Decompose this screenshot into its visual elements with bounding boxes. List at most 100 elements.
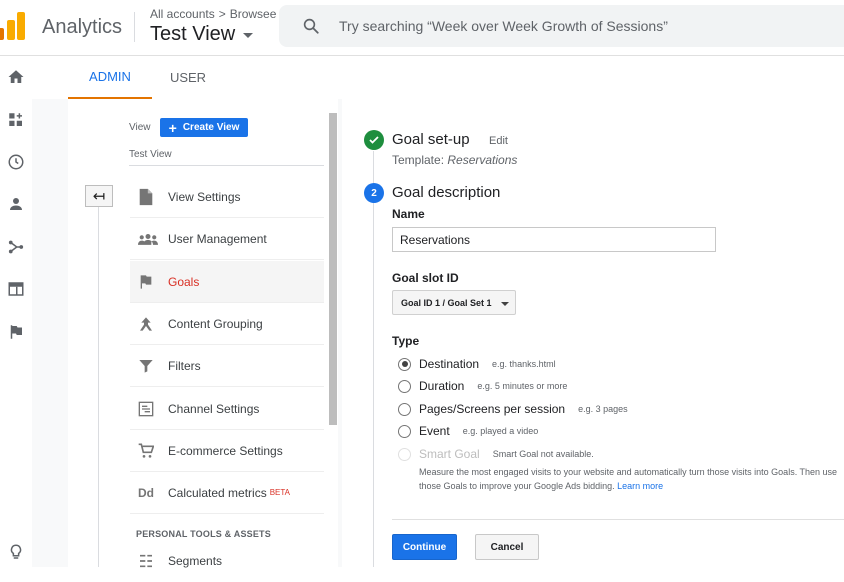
flag-icon bbox=[130, 274, 168, 290]
realtime-icon[interactable] bbox=[5, 151, 27, 173]
template-value: Reservations bbox=[447, 153, 518, 167]
type-option-hint: e.g. 5 minutes or more bbox=[477, 381, 568, 391]
menu-item-segments[interactable]: Segments bbox=[130, 540, 324, 582]
column-connector-line bbox=[98, 207, 99, 567]
lightbulb-icon[interactable] bbox=[5, 541, 27, 563]
app-title: Analytics bbox=[42, 16, 123, 38]
step-number-badge: 2 bbox=[364, 183, 384, 203]
menu-item-label: Content Grouping bbox=[168, 316, 263, 331]
home-icon[interactable] bbox=[5, 66, 27, 88]
goal-slot-select[interactable]: Goal ID 1 / Goal Set 1 bbox=[392, 290, 516, 315]
cart-icon bbox=[130, 443, 168, 459]
template-prefix: Template: bbox=[392, 153, 445, 167]
breadcrumb-accounts[interactable]: All accounts bbox=[150, 7, 215, 21]
search-input[interactable] bbox=[339, 18, 819, 34]
menu-item-label: Goals bbox=[168, 274, 200, 289]
menu-divider bbox=[129, 165, 324, 166]
type-option-hint: e.g. 3 pages bbox=[578, 404, 628, 414]
type-option-pages-per-session[interactable]: Pages/Screens per session e.g. 3 pages bbox=[398, 402, 628, 416]
menu-item-label: Filters bbox=[168, 358, 201, 373]
menu-item-label: E-commerce Settings bbox=[168, 443, 283, 458]
type-option-label: Destination bbox=[419, 357, 480, 371]
goal-editor-panel bbox=[342, 99, 844, 567]
type-option-label: Pages/Screens per session bbox=[419, 402, 566, 416]
action-divider bbox=[392, 519, 844, 520]
type-option-hint: e.g. played a video bbox=[462, 426, 539, 436]
search-icon[interactable] bbox=[289, 5, 333, 47]
type-option-label: Event bbox=[419, 424, 450, 438]
audience-icon[interactable] bbox=[5, 193, 27, 215]
smart-goal-description: Measure the most engaged visits to your … bbox=[419, 465, 844, 493]
learn-more-link[interactable]: Learn more bbox=[617, 481, 663, 491]
search-bar[interactable] bbox=[279, 5, 844, 47]
goal-description-title: Goal description bbox=[392, 184, 501, 201]
view-column-scrollbar[interactable] bbox=[329, 113, 337, 425]
conversions-icon[interactable] bbox=[5, 321, 27, 343]
chevron-down-icon bbox=[243, 33, 254, 38]
create-view-button[interactable]: + Create View bbox=[160, 118, 248, 137]
content-grouping-icon bbox=[130, 316, 168, 332]
radio-button[interactable] bbox=[398, 379, 411, 393]
goal-template: Template: Reservations bbox=[392, 153, 517, 167]
channel-settings-icon bbox=[130, 401, 168, 417]
breadcrumb-separator: > bbox=[218, 7, 226, 21]
goal-slot-label: Goal slot ID bbox=[392, 271, 459, 285]
create-view-label: Create View bbox=[182, 122, 240, 133]
view-selector[interactable]: Test View bbox=[150, 23, 254, 46]
breadcrumb[interactable]: All accounts > Browsee bbox=[150, 7, 276, 21]
menu-item-channel-settings[interactable]: Channel Settings bbox=[130, 388, 324, 430]
dd-icon: Dd bbox=[138, 485, 154, 500]
type-label: Type bbox=[392, 334, 420, 348]
menu-item-goals[interactable]: Goals bbox=[130, 261, 324, 303]
menu-item-content-grouping[interactable]: Content Grouping bbox=[130, 303, 324, 345]
tab-admin[interactable]: ADMIN bbox=[68, 56, 152, 99]
menu-item-label: User Management bbox=[168, 231, 267, 246]
radio-button bbox=[398, 447, 411, 461]
view-name: Test View bbox=[129, 149, 172, 160]
menu-item-calculated-metrics[interactable]: Dd Calculated metrics BETA bbox=[130, 472, 324, 514]
customization-icon[interactable] bbox=[5, 109, 27, 131]
header-divider bbox=[134, 12, 135, 42]
tab-user[interactable]: USER bbox=[152, 56, 224, 99]
type-option-label: Smart Goal bbox=[419, 447, 480, 461]
type-option-duration[interactable]: Duration e.g. 5 minutes or more bbox=[398, 379, 567, 393]
current-view-name: Test View bbox=[150, 23, 236, 45]
personal-tools-header: PERSONAL TOOLS & ASSETS bbox=[136, 529, 271, 539]
radio-button[interactable] bbox=[398, 357, 411, 371]
back-arrow-icon: ↤ bbox=[92, 188, 106, 205]
type-option-event[interactable]: Event e.g. played a video bbox=[398, 424, 538, 438]
name-label: Name bbox=[392, 207, 425, 221]
menu-item-ecommerce-settings[interactable]: E-commerce Settings bbox=[130, 430, 324, 472]
edit-goal-setup-link[interactable]: Edit bbox=[489, 135, 508, 147]
radio-button[interactable] bbox=[398, 424, 411, 438]
continue-button[interactable]: Continue bbox=[392, 534, 457, 560]
goal-name-input[interactable] bbox=[392, 227, 716, 252]
document-icon bbox=[130, 188, 168, 206]
filter-icon bbox=[130, 358, 168, 374]
top-bar: Analytics All accounts > Browsee Test View bbox=[0, 0, 844, 56]
menu-item-view-settings[interactable]: View Settings bbox=[130, 176, 324, 218]
check-icon bbox=[364, 130, 384, 150]
users-icon bbox=[130, 232, 168, 246]
type-option-label: Duration bbox=[419, 379, 465, 393]
back-arrow-button[interactable]: ↤ bbox=[85, 185, 113, 207]
type-option-smart-goal: Smart Goal Smart Goal not available. bbox=[398, 447, 594, 461]
chevron-down-icon bbox=[500, 301, 509, 306]
cancel-button[interactable]: Cancel bbox=[475, 534, 539, 560]
menu-item-filters[interactable]: Filters bbox=[130, 345, 324, 387]
acquisition-icon[interactable] bbox=[5, 236, 27, 258]
goal-slot-value: Goal ID 1 / Goal Set 1 bbox=[401, 297, 492, 308]
breadcrumb-property[interactable]: Browsee bbox=[230, 7, 277, 21]
menu-item-label: Channel Settings bbox=[168, 401, 260, 416]
menu-item-label: View Settings bbox=[168, 189, 241, 204]
analytics-logo[interactable] bbox=[0, 12, 28, 40]
behavior-icon[interactable] bbox=[5, 278, 27, 300]
menu-item-user-management[interactable]: User Management bbox=[130, 218, 324, 260]
left-nav bbox=[0, 56, 32, 567]
view-column-label: View bbox=[129, 122, 151, 133]
type-option-hint: e.g. thanks.html bbox=[492, 359, 556, 369]
menu-item-label: Segments bbox=[168, 554, 223, 568]
type-option-destination[interactable]: Destination e.g. thanks.html bbox=[398, 357, 556, 371]
step-connector-line bbox=[373, 151, 374, 567]
radio-button[interactable] bbox=[398, 402, 411, 416]
